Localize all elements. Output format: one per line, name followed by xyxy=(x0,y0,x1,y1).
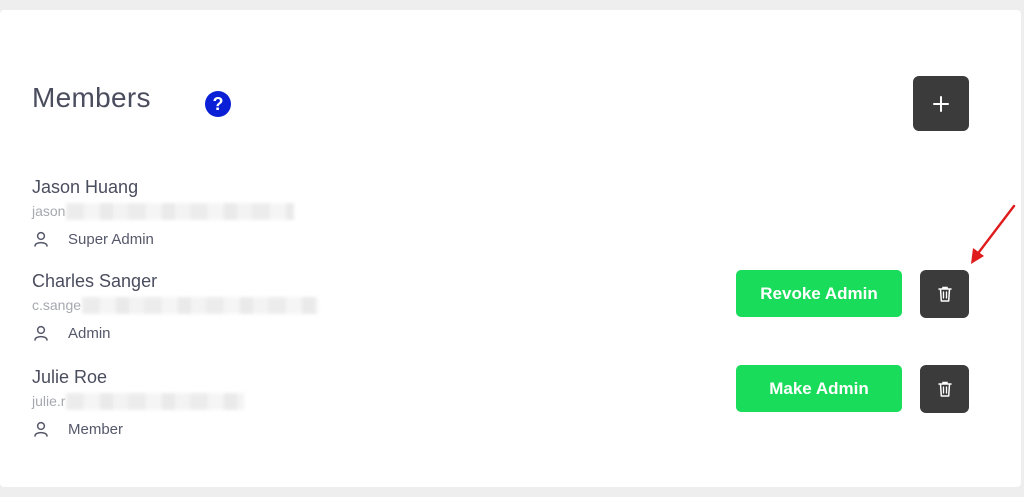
plus-icon xyxy=(933,95,949,112)
make-admin-button[interactable]: Make Admin xyxy=(736,365,902,412)
delete-member-button[interactable] xyxy=(920,365,969,413)
email-redaction xyxy=(66,202,295,220)
add-member-button[interactable] xyxy=(913,76,969,131)
member-email-visible: jason xyxy=(32,203,66,219)
role-label: Member xyxy=(68,420,124,438)
member-role: Super Admin xyxy=(32,230,294,248)
member-name: Julie Roe xyxy=(32,367,108,387)
revoke-admin-button[interactable]: Revoke Admin xyxy=(736,270,902,317)
member-row: Julie Roe julie.r Member xyxy=(32,366,245,438)
svg-text:?: ? xyxy=(213,94,224,114)
email-redaction xyxy=(66,392,245,410)
email-redaction xyxy=(82,296,319,314)
member-row: Charles Sanger c.sange Admin xyxy=(32,270,319,342)
member-name: Charles Sanger xyxy=(32,271,158,291)
member-email-visible: c.sange xyxy=(32,297,82,313)
role-label: Super Admin xyxy=(68,230,154,248)
member-role: Admin xyxy=(32,324,318,342)
user-icon xyxy=(34,421,48,437)
page-title: Members xyxy=(32,82,151,113)
delete-member-button[interactable] xyxy=(920,270,969,318)
member-email: c.sange xyxy=(32,296,319,314)
member-email-visible: julie.r xyxy=(32,393,66,409)
trash-icon xyxy=(937,286,952,302)
member-email: jason xyxy=(32,202,295,220)
member-name: Jason Huang xyxy=(32,177,139,197)
members-card: Members ? Jason Huang jason Super Admin … xyxy=(0,10,1021,487)
trash-icon xyxy=(937,381,952,397)
member-email: julie.r xyxy=(32,392,245,410)
role-label: Admin xyxy=(68,324,111,342)
member-role: Member xyxy=(32,420,244,438)
user-icon xyxy=(34,231,48,247)
user-icon xyxy=(34,325,48,341)
help-icon[interactable]: ? xyxy=(204,90,232,118)
member-row: Jason Huang jason Super Admin xyxy=(32,176,295,248)
annotation-arrow xyxy=(971,204,1016,264)
